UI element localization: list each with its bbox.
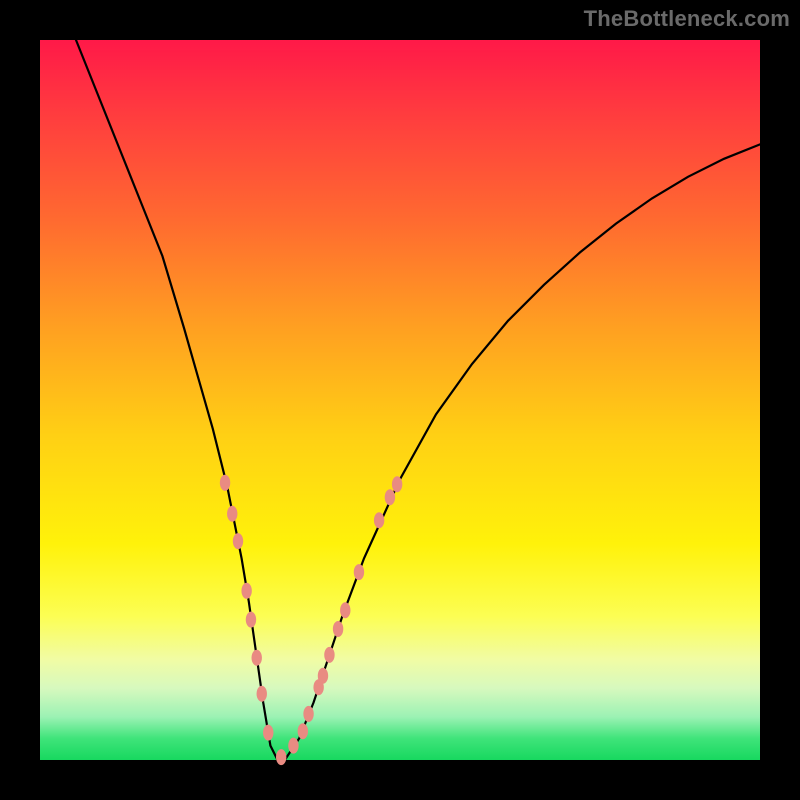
marker-dots-group bbox=[220, 475, 402, 765]
marker-dot bbox=[252, 650, 262, 666]
marker-dot bbox=[333, 621, 343, 637]
marker-dot bbox=[318, 668, 328, 684]
marker-dot bbox=[385, 489, 395, 505]
marker-dot bbox=[303, 706, 313, 722]
marker-dot bbox=[374, 512, 384, 528]
plot-area bbox=[40, 40, 760, 760]
marker-dot bbox=[288, 738, 298, 754]
marker-dot bbox=[354, 564, 364, 580]
marker-dot bbox=[263, 725, 273, 741]
marker-dot bbox=[324, 647, 334, 663]
marker-dot bbox=[276, 749, 286, 765]
bottleneck-curve bbox=[76, 40, 760, 760]
marker-dot bbox=[257, 686, 267, 702]
chart-svg bbox=[40, 40, 760, 760]
marker-dot bbox=[227, 506, 237, 522]
marker-dot bbox=[298, 723, 308, 739]
marker-dot bbox=[246, 612, 256, 628]
marker-dot bbox=[220, 475, 230, 491]
marker-dot bbox=[392, 476, 402, 492]
chart-stage: TheBottleneck.com bbox=[0, 0, 800, 800]
marker-dot bbox=[340, 602, 350, 618]
marker-dot bbox=[241, 583, 251, 599]
marker-dot bbox=[233, 533, 243, 549]
watermark-text: TheBottleneck.com bbox=[584, 6, 790, 32]
